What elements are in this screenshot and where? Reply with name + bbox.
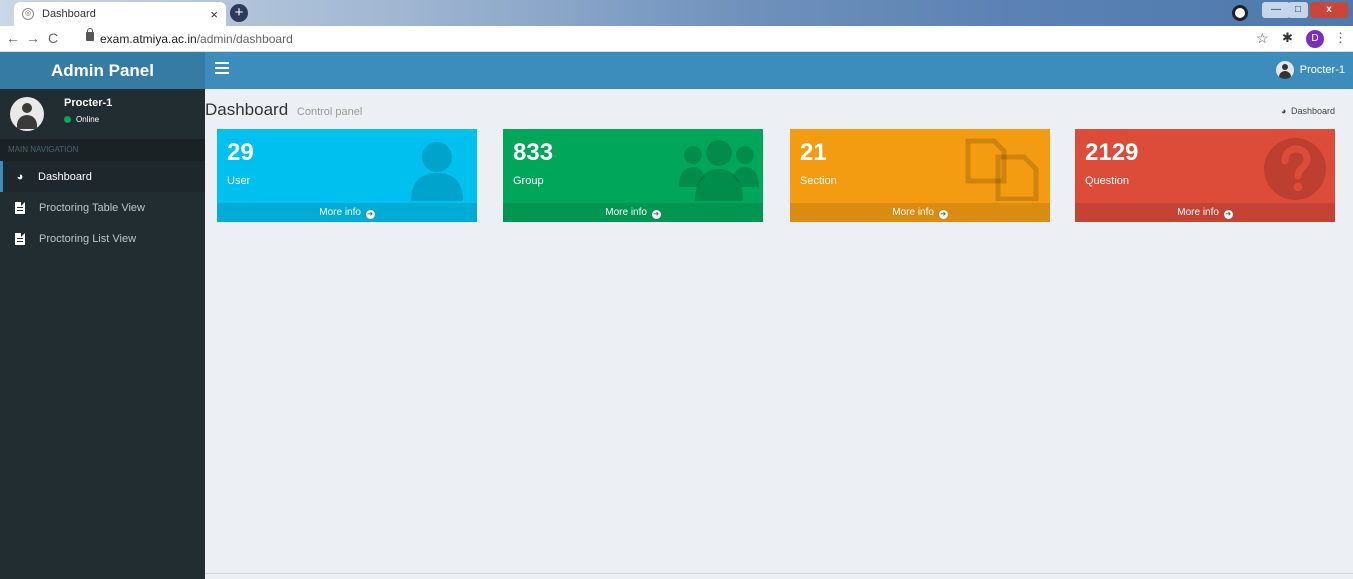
url-path: /admin/dashboard <box>196 32 293 46</box>
more-info-link[interactable]: More info ➜ <box>503 203 763 222</box>
file-icon <box>15 201 25 214</box>
stat-value: 833 <box>513 139 554 166</box>
url-field[interactable]: exam.atmiya.ac.in/admin/dashboard <box>100 32 293 46</box>
sidebar-user-panel: Procter-1 Online <box>0 89 205 139</box>
bookmark-star-icon[interactable]: ☆ <box>1256 30 1269 47</box>
sidebar-item-label: Dashboard <box>38 170 92 183</box>
url-host: exam.atmiya.ac.in <box>100 32 197 46</box>
new-tab-button[interactable]: + <box>230 4 248 22</box>
more-info-link[interactable]: More info ➜ <box>217 203 477 222</box>
more-info-label: More info <box>1177 207 1219 218</box>
footer-divider <box>205 573 1353 574</box>
arrow-circle-right-icon: ➜ <box>365 210 375 219</box>
arrow-circle-right-icon: ➜ <box>1223 210 1233 219</box>
user-avatar-icon <box>1275 61 1294 79</box>
window-maximize-button[interactable]: □ <box>1288 2 1308 18</box>
stat-label: User <box>227 175 251 187</box>
sidebar-toggle-icon[interactable] <box>215 62 229 74</box>
sidebar-item-label: Proctoring Table View <box>39 201 145 214</box>
more-info-link[interactable]: More info ➜ <box>790 203 1050 222</box>
sidebar-item-label: Proctoring List View <box>39 232 137 245</box>
header-user-name: Procter-1 <box>1299 64 1345 76</box>
user-status: Online <box>64 115 99 124</box>
more-info-label: More info <box>892 207 934 218</box>
tab-title: Dashboard <box>42 8 96 20</box>
breadcrumb[interactable]: ◕ Dashboard <box>1281 106 1335 116</box>
extensions-puzzle-icon[interactable]: ✱ <box>1282 30 1293 46</box>
favicon-icon: ◎ <box>22 8 34 20</box>
sidebar-item-proctoring-list-view[interactable]: Proctoring List View <box>0 223 205 254</box>
online-dot-icon <box>64 116 71 123</box>
nav-header: MAIN NAVIGATION <box>0 139 205 161</box>
user-icon <box>411 142 463 201</box>
stat-value: 21 <box>800 139 827 166</box>
lock-icon <box>86 28 94 41</box>
dashboard-icon: ◕ <box>1281 106 1287 116</box>
file-icon <box>15 232 25 245</box>
record-icon[interactable] <box>1232 5 1248 21</box>
browser-tab[interactable]: ◎ Dashboard × <box>14 2 226 26</box>
question-icon <box>1264 138 1326 200</box>
users-icon <box>679 140 759 201</box>
stat-box-section: 21 Section More info ➜ <box>790 129 1050 222</box>
stat-label: Question <box>1085 175 1130 187</box>
top-navbar: Procter-1 <box>205 52 1353 89</box>
avatar <box>10 97 44 131</box>
window-close-button[interactable]: x <box>1310 2 1348 18</box>
arrow-circle-right-icon: ➜ <box>651 210 661 219</box>
user-status-label: Online <box>76 115 100 124</box>
stat-value: 2129 <box>1085 139 1139 166</box>
window-minimize-button[interactable]: — <box>1262 2 1290 18</box>
page-title: Dashboard <box>205 100 289 119</box>
more-info-label: More info <box>319 207 361 218</box>
stat-label: Group <box>513 175 544 187</box>
reload-icon[interactable]: C <box>48 30 58 46</box>
tab-close-icon[interactable]: × <box>210 7 218 22</box>
sidebar-item-dashboard[interactable]: ◕ Dashboard <box>0 161 205 192</box>
browser-menu-icon[interactable]: ⋮ <box>1334 30 1347 46</box>
main-content: Dashboard Control panel ◕ Dashboard 29 U… <box>205 89 1353 579</box>
page-subtitle: Control panel <box>296 106 363 118</box>
breadcrumb-label: Dashboard <box>1290 106 1335 116</box>
copy-icon <box>965 138 1039 201</box>
sidebar-user-name: Procter-1 <box>64 97 113 109</box>
profile-avatar[interactable]: D <box>1306 30 1324 48</box>
stat-value: 29 <box>227 139 254 166</box>
stat-label: Section <box>800 175 837 187</box>
browser-tab-strip: ◎ Dashboard × + — □ x <box>0 0 1353 26</box>
dashboard-icon: ◕ <box>16 170 24 183</box>
forward-arrow-icon[interactable]: → <box>26 30 40 46</box>
more-info-label: More info <box>605 207 647 218</box>
stat-box-question: 2129 Question More info ➜ <box>1075 129 1335 222</box>
address-bar: ← → C exam.atmiya.ac.in/admin/dashboard … <box>0 26 1353 52</box>
stat-box-group: 833 Group More info ➜ <box>503 129 763 222</box>
sidebar: Procter-1 Online MAIN NAVIGATION ◕ Dashb… <box>0 89 205 579</box>
sidebar-item-proctoring-table-view[interactable]: Proctoring Table View <box>0 192 205 223</box>
stat-box-user: 29 User More info ➜ <box>217 129 477 222</box>
user-menu[interactable]: Procter-1 <box>1275 61 1345 79</box>
app-logo[interactable]: Admin Panel <box>0 52 205 89</box>
arrow-circle-right-icon: ➜ <box>938 210 948 219</box>
more-info-link[interactable]: More info ➜ <box>1075 203 1335 222</box>
back-arrow-icon[interactable]: ← <box>6 30 20 46</box>
